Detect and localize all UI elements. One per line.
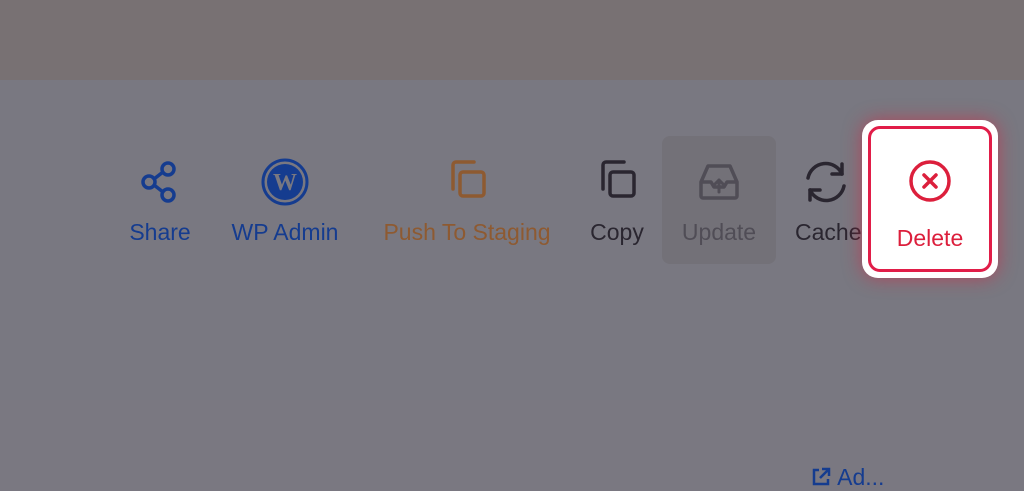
add-link[interactable]: Ad...: [810, 464, 884, 491]
push-copy-icon: [451, 160, 486, 198]
add-link-label: Ad...: [837, 464, 885, 490]
push-to-staging-button[interactable]: Push To Staging: [374, 136, 560, 264]
delete-label: Delete: [896, 225, 964, 251]
close-circle-icon: [909, 160, 951, 202]
cache-button[interactable]: Cache: [786, 136, 862, 264]
share-label: Share: [129, 219, 191, 245]
inbox-upload-icon: [699, 164, 739, 200]
copy-button[interactable]: Copy: [582, 136, 652, 264]
copy-label: Copy: [590, 219, 644, 245]
svg-text:W: W: [273, 170, 297, 196]
update-button[interactable]: Update: [662, 136, 776, 264]
update-label: Update: [681, 219, 757, 245]
copy-icon: [601, 160, 636, 198]
share-button[interactable]: Share: [118, 136, 202, 264]
delete-button-border: Delete: [868, 126, 992, 272]
wp-admin-label: WP Admin: [231, 219, 339, 245]
wp-admin-button[interactable]: W WP Admin: [222, 136, 348, 264]
delete-button[interactable]: Delete: [862, 120, 998, 278]
push-to-staging-label: Push To Staging: [383, 219, 551, 245]
share-icon: [141, 161, 176, 203]
modal-overlay-top: [0, 0, 1024, 80]
wordpress-icon: W: [261, 158, 309, 206]
external-link-icon: [812, 467, 831, 486]
cache-label: Cache: [795, 219, 862, 245]
refresh-icon: [806, 161, 846, 203]
